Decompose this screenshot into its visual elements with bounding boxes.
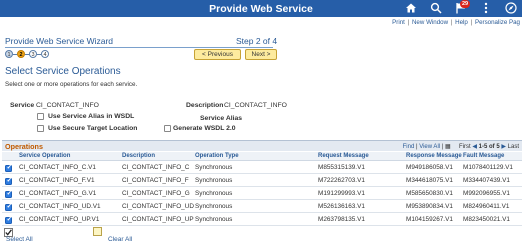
- cell-fault-message: M824960411.V1: [463, 203, 510, 210]
- last-link[interactable]: Last: [508, 144, 519, 150]
- table-row: CI_CONTACT_INFO_UP.V1 CI_CONTACT_INFO_UP…: [2, 214, 522, 226]
- wizard-step-2: 2: [17, 50, 25, 58]
- cell-response-message: M953890834.V1: [406, 203, 453, 210]
- column-response-message[interactable]: Response Message: [406, 153, 462, 159]
- table-row: CI_CONTACT_INFO_UD.V1 CI_CONTACT_INFO_UD…: [2, 201, 522, 213]
- column-service-operation[interactable]: Service Operation: [19, 153, 70, 159]
- cell-request-message: M263798135.V1: [318, 216, 365, 223]
- cell-response-message: M585650830.V1: [406, 190, 453, 197]
- row-select-checkbox[interactable]: [5, 163, 12, 172]
- table-row: CI_CONTACT_INFO_G.V1 CI_CONTACT_INFO_G S…: [2, 188, 522, 200]
- cell-service-operation: CI_CONTACT_INFO_UD.V1: [19, 203, 101, 210]
- cell-operation-type: Synchronous: [195, 177, 233, 184]
- operations-grid-title: Operations: [5, 142, 43, 151]
- cell-request-message: M526136163.V1: [318, 203, 365, 210]
- wizard-steps: 1 2 3 4: [5, 50, 49, 58]
- next-button[interactable]: Next >: [245, 49, 277, 60]
- row-select-checkbox[interactable]: [5, 215, 12, 224]
- cell-fault-message: M992096955.V1: [463, 190, 510, 197]
- cell-response-message: M949186058.V1: [406, 164, 453, 171]
- select-all-link[interactable]: Select All: [6, 236, 33, 243]
- cell-service-operation: CI_CONTACT_INFO_F.V1: [19, 177, 95, 184]
- print-link[interactable]: Print: [392, 19, 405, 26]
- description-value: CI_CONTACT_INFO: [224, 102, 287, 109]
- wizard-divider: [5, 47, 273, 48]
- view-all-link[interactable]: View All: [419, 144, 440, 150]
- wizard-step-3: 3: [29, 50, 37, 58]
- cell-request-message: M855315139.V1: [318, 164, 365, 171]
- top-links: Print | New Window | Help | Personalize …: [392, 19, 520, 26]
- more-icon[interactable]: [479, 1, 493, 15]
- clear-all-icon[interactable]: [93, 227, 102, 236]
- new-window-link[interactable]: New Window: [412, 19, 448, 26]
- cell-service-operation: CI_CONTACT_INFO_C.V1: [19, 164, 96, 171]
- previous-page-icon[interactable]: ◀: [472, 144, 477, 150]
- table-row: CI_CONTACT_INFO_F.V1 CI_CONTACT_INFO_F S…: [2, 175, 522, 187]
- table-row: CI_CONTACT_INFO_C.V1 CI_CONTACT_INFO_C S…: [2, 162, 522, 174]
- service-alias-label: Service Alias: [200, 115, 243, 122]
- cell-response-message: M104159267.V1: [406, 216, 453, 223]
- service-label: Service: [10, 102, 35, 109]
- use-service-alias-checkbox[interactable]: [37, 113, 44, 120]
- find-link[interactable]: Find: [403, 144, 415, 150]
- home-icon[interactable]: [404, 1, 418, 15]
- grid-navigation: Find | View All | ▦ First ◀ 1-5 of 5 ▶ L…: [402, 143, 519, 150]
- help-link[interactable]: Help: [455, 19, 468, 26]
- generate-wsdl-label: Generate WSDL 2.0: [173, 125, 236, 132]
- column-description[interactable]: Description: [122, 153, 155, 159]
- instructions-text: Select one or more operations for each s…: [5, 81, 138, 88]
- service-value: CI_CONTACT_INFO: [36, 102, 99, 109]
- cell-operation-type: Synchronous: [195, 164, 233, 171]
- cell-operation-type: Synchronous: [195, 203, 233, 210]
- cell-request-message: M191299993.V1: [318, 190, 365, 197]
- cell-request-message: M722262703.V1: [318, 177, 365, 184]
- clear-all-link[interactable]: Clear All: [108, 236, 132, 243]
- notification-badge: 29: [460, 0, 471, 8]
- cell-operation-type: Synchronous: [195, 216, 233, 223]
- cell-description: CI_CONTACT_INFO_G: [122, 190, 190, 197]
- flag-icon[interactable]: 29: [454, 0, 471, 15]
- wizard-title: Provide Web Service Wizard: [5, 36, 114, 46]
- step-indicator-label: Step 2 of 4: [236, 36, 278, 46]
- next-page-icon[interactable]: ▶: [501, 144, 506, 150]
- use-service-alias-label: Use Service Alias in WSDL: [48, 113, 135, 120]
- cell-description: CI_CONTACT_INFO_C: [122, 164, 190, 171]
- cell-fault-message: M334407439.V1: [463, 177, 510, 184]
- cell-response-message: M344618075.V1: [406, 177, 453, 184]
- column-fault-message[interactable]: Fault Message: [463, 153, 504, 159]
- wizard-step-1[interactable]: 1: [5, 50, 13, 58]
- row-select-checkbox[interactable]: [5, 176, 12, 185]
- use-secure-target-label: Use Secure Target Location: [48, 125, 138, 132]
- cell-service-operation: CI_CONTACT_INFO_G.V1: [19, 190, 97, 197]
- row-select-checkbox[interactable]: [5, 202, 12, 211]
- column-operation-type[interactable]: Operation Type: [195, 153, 239, 159]
- cell-description: CI_CONTACT_INFO_UP: [122, 216, 194, 223]
- personalize-page-link[interactable]: Personalize Pag: [475, 19, 520, 26]
- cell-fault-message: M1078401129.V1: [463, 164, 513, 171]
- generate-wsdl-checkbox[interactable]: [164, 125, 171, 132]
- cell-description: CI_CONTACT_INFO_UD: [122, 203, 194, 210]
- page-range: 1-5 of 5: [478, 143, 500, 150]
- operations-grid-header: Operations Find | View All | ▦ First ◀ 1…: [2, 140, 522, 151]
- search-icon[interactable]: [429, 1, 443, 15]
- cell-operation-type: Synchronous: [195, 190, 233, 197]
- cell-fault-message: M823450021.V1: [463, 216, 510, 223]
- cell-description: CI_CONTACT_INFO_F: [122, 177, 189, 184]
- page-title: Select Service Operations: [5, 66, 121, 77]
- top-banner: Provide Web Service 29: [0, 0, 522, 17]
- operations-grid-columns: Service Operation Description Operation …: [2, 152, 522, 161]
- download-icon[interactable]: ▦: [445, 144, 451, 150]
- description-label: Description: [186, 102, 224, 109]
- first-link[interactable]: First: [459, 144, 471, 150]
- header-icons: 29: [404, 0, 518, 15]
- wizard-step-4: 4: [41, 50, 49, 58]
- cell-service-operation: CI_CONTACT_INFO_UP.V1: [19, 216, 100, 223]
- use-secure-target-checkbox[interactable]: [37, 125, 44, 132]
- compass-icon[interactable]: [504, 1, 518, 15]
- row-select-checkbox[interactable]: [5, 189, 12, 198]
- column-request-message[interactable]: Request Message: [318, 153, 369, 159]
- previous-button[interactable]: < Previous: [194, 49, 241, 60]
